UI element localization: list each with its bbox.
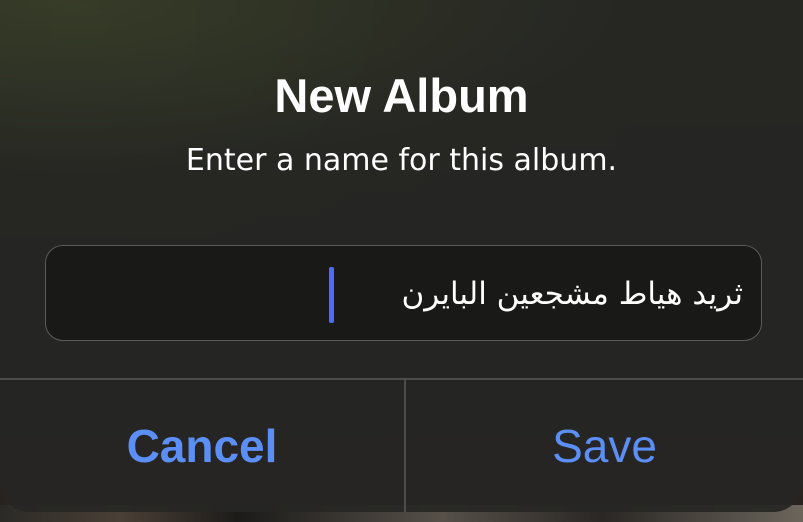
alert-title: New Album [274, 69, 529, 122]
new-album-alert: New Album Enter a name for this album. ث… [0, 0, 803, 512]
save-button[interactable]: Save [406, 380, 803, 512]
alert-message: Enter a name for this album. [185, 143, 618, 178]
text-caret [329, 267, 334, 323]
album-name-field[interactable]: ثريد هياط مشجعين البايرن [45, 245, 762, 341]
album-name-value: ثريد هياط مشجعين البايرن [401, 276, 743, 312]
cancel-button[interactable]: Cancel [0, 380, 404, 512]
